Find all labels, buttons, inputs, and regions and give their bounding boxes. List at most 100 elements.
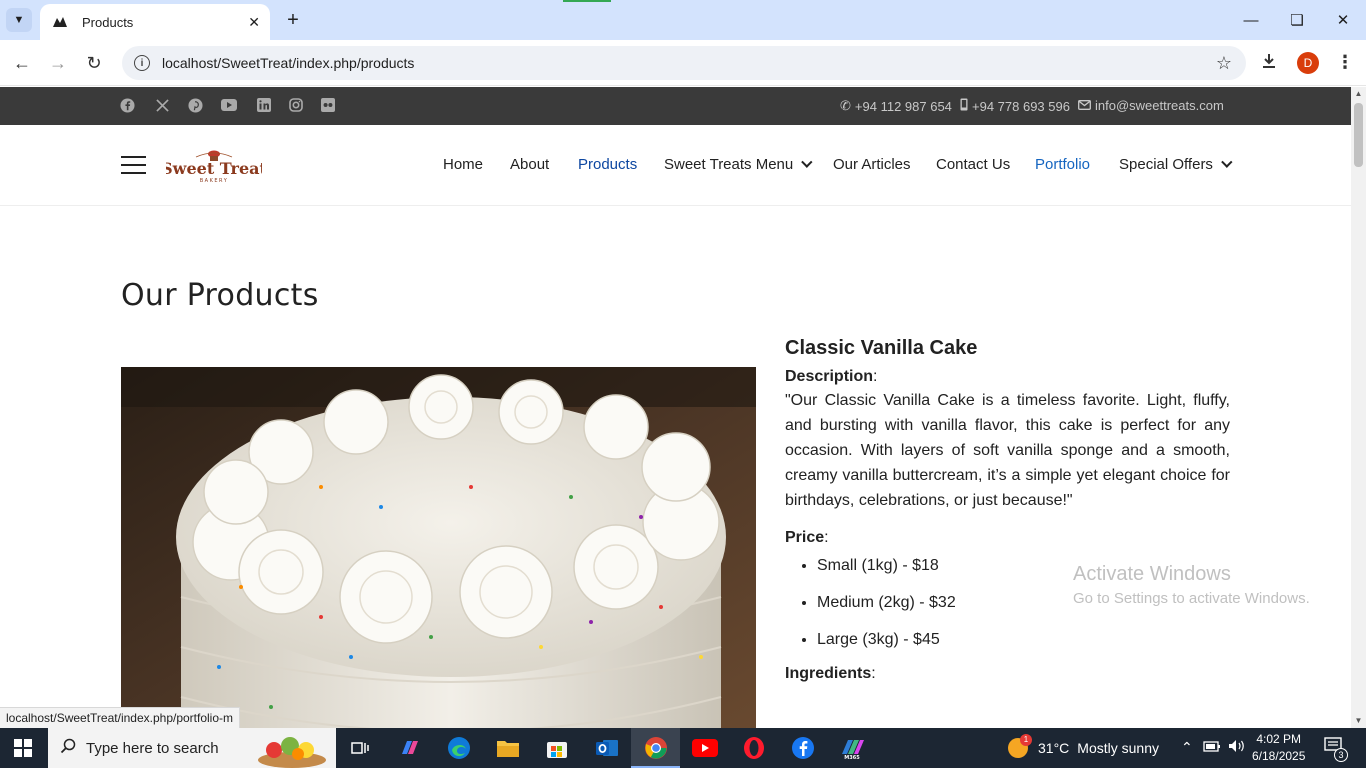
- taskbar-search[interactable]: Type here to search: [48, 728, 336, 768]
- nav-home[interactable]: Home: [443, 156, 483, 173]
- site-info-icon[interactable]: i: [134, 55, 150, 71]
- chevron-down-icon: [801, 156, 813, 168]
- search-placeholder: Type here to search: [86, 739, 219, 757]
- chevron-down-icon: [1221, 156, 1233, 168]
- instagram-icon[interactable]: [288, 97, 304, 113]
- facebook-app-icon[interactable]: [789, 734, 817, 762]
- site-logo[interactable]: Sweet Treat BAKERY: [161, 147, 267, 187]
- scroll-up-icon[interactable]: ▲: [1351, 89, 1366, 99]
- x-icon[interactable]: [154, 97, 170, 113]
- nav-contact-us[interactable]: Contact Us: [936, 156, 1010, 173]
- clock-time: 4:02 PM: [1256, 732, 1302, 746]
- chevron-up-icon[interactable]: ⌃: [1181, 739, 1193, 756]
- phone-2-text: +94 778 693 596: [972, 98, 1070, 114]
- mobile-icon: [960, 98, 968, 114]
- weather-sun-icon: 1: [1008, 734, 1032, 758]
- outlook-icon[interactable]: [593, 734, 621, 762]
- watermark-title: Activate Windows: [1073, 563, 1231, 585]
- page-scrollbar[interactable]: ▲ ▼: [1351, 87, 1366, 728]
- nav-special-offers-label: Special Offers: [1119, 156, 1213, 173]
- svg-text:M365: M365: [844, 755, 860, 760]
- window-close-icon[interactable]: ✕: [1320, 6, 1366, 34]
- search-highlight-image: [254, 730, 330, 773]
- microsoft-store-icon[interactable]: [543, 734, 571, 762]
- bookmark-star-icon[interactable]: ☆: [1216, 53, 1232, 74]
- volume-icon[interactable]: [1228, 739, 1246, 756]
- back-icon[interactable]: ←: [8, 50, 36, 76]
- description-label-text: Description: [785, 368, 874, 385]
- linkedin-icon[interactable]: [256, 97, 272, 113]
- nav-products[interactable]: Products: [578, 156, 637, 173]
- address-bar[interactable]: i localhost/SweetTreat/index.php/product…: [122, 46, 1246, 80]
- svg-text:BAKERY: BAKERY: [200, 178, 229, 184]
- system-clock[interactable]: 4:02 PM 6/18/2025: [1252, 731, 1305, 765]
- weather-desc: Mostly sunny: [1077, 740, 1159, 756]
- price-item: Large (3kg) - $45: [817, 631, 1230, 649]
- product-details: Classic Vanilla Cake Description: "Our C…: [785, 337, 1230, 683]
- chrome-icon[interactable]: [642, 734, 670, 762]
- product-name: Classic Vanilla Cake: [785, 337, 978, 359]
- restore-icon[interactable]: ❏: [1274, 6, 1320, 34]
- activate-windows-watermark: Activate Windows Go to Settings to activ…: [1073, 563, 1310, 607]
- phone-2[interactable]: +94 778 693 596: [960, 98, 1070, 114]
- weather-temp: 31°C: [1038, 740, 1070, 756]
- weather-widget[interactable]: 1 31°C Mostly sunny: [1008, 734, 1159, 758]
- profile-avatar[interactable]: D: [1297, 52, 1319, 74]
- nav-portfolio[interactable]: Portfolio: [1035, 156, 1090, 173]
- forward-icon[interactable]: →: [44, 50, 72, 76]
- browser-menu-icon[interactable]: ⋮: [1336, 52, 1354, 73]
- phone-icon: ✆: [840, 98, 851, 113]
- weather-badge: 1: [1020, 734, 1032, 746]
- notification-count: 3: [1334, 748, 1348, 762]
- browser-toolbar: ← → ↻ i localhost/SweetTreat/index.php/p…: [0, 40, 1366, 86]
- file-explorer-icon[interactable]: [494, 734, 522, 762]
- nav-our-articles[interactable]: Our Articles: [833, 156, 911, 173]
- facebook-icon[interactable]: [119, 97, 135, 113]
- flickr-icon[interactable]: [320, 97, 336, 113]
- envelope-icon: [1078, 98, 1091, 113]
- nav-about[interactable]: About: [510, 156, 549, 173]
- email-text: info@sweettreats.com: [1095, 98, 1224, 113]
- hamburger-menu-icon[interactable]: [121, 156, 146, 174]
- nav-sweet-treats-menu-label: Sweet Treats Menu: [664, 156, 794, 173]
- download-icon[interactable]: [1260, 52, 1278, 75]
- windows-taskbar: Type here to search M365 1 31°C Mostly s…: [0, 728, 1366, 768]
- tab-title: Products: [82, 14, 134, 30]
- contact-topbar: ✆ +94 112 987 654 +94 778 693 596 info@s…: [0, 87, 1351, 125]
- windows-start-icon[interactable]: [14, 739, 32, 757]
- new-tab-icon[interactable]: +: [282, 8, 304, 32]
- product-image: [121, 367, 756, 728]
- product-description: "Our Classic Vanilla Cake is a timeless …: [785, 392, 1230, 509]
- reload-icon[interactable]: ↻: [80, 50, 108, 76]
- address-url: localhost/SweetTreat/index.php/products: [162, 55, 415, 71]
- nav-special-offers[interactable]: Special Offers: [1119, 156, 1233, 173]
- youtube-app-icon[interactable]: [691, 734, 719, 762]
- edge-icon[interactable]: [445, 734, 473, 762]
- nav-sweet-treats-menu[interactable]: Sweet Treats Menu: [664, 156, 813, 173]
- phone-1[interactable]: ✆ +94 112 987 654: [840, 98, 952, 114]
- phone-1-text: +94 112 987 654: [854, 98, 952, 114]
- ingredients-label-text: Ingredients: [785, 665, 872, 682]
- link-status-bar: localhost/SweetTreat/index.php/portfolio…: [0, 707, 241, 728]
- youtube-icon[interactable]: [221, 97, 237, 113]
- battery-icon[interactable]: [1203, 739, 1221, 756]
- page-title: Our Products: [121, 278, 319, 313]
- tab-close-icon[interactable]: ✕: [248, 14, 260, 31]
- tab-search-icon[interactable]: ▼: [6, 8, 32, 32]
- browser-tab[interactable]: Products ✕: [40, 4, 270, 40]
- scroll-down-icon[interactable]: ▼: [1351, 716, 1366, 726]
- site-favicon-icon: [52, 14, 68, 30]
- microsoft-365-icon[interactable]: M365: [838, 734, 866, 762]
- price-label-text: Price: [785, 529, 825, 546]
- page-viewport: ✆ +94 112 987 654 +94 778 693 596 info@s…: [0, 87, 1351, 728]
- task-view-icon[interactable]: [346, 734, 374, 762]
- email-link[interactable]: info@sweettreats.com: [1078, 98, 1224, 113]
- minimize-icon[interactable]: —: [1228, 6, 1274, 34]
- pinterest-icon[interactable]: [187, 97, 203, 113]
- copilot-icon[interactable]: [396, 734, 424, 762]
- scrollbar-thumb[interactable]: [1354, 103, 1363, 167]
- opera-icon[interactable]: [740, 734, 768, 762]
- tab-strip-indicator: [563, 0, 611, 2]
- description-label: Description:: [785, 368, 878, 385]
- svg-text:Sweet Treat: Sweet Treat: [166, 159, 262, 178]
